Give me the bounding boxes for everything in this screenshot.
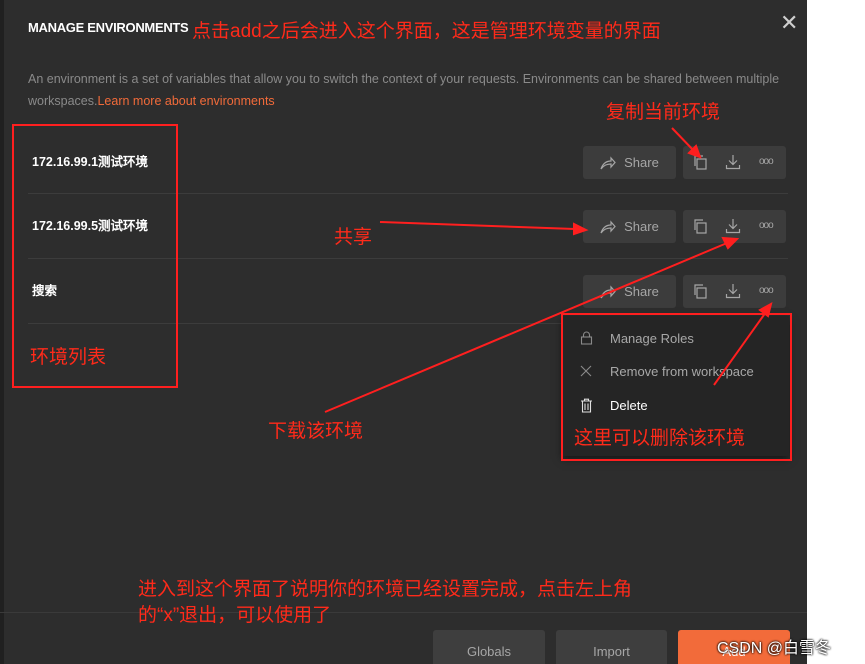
share-button[interactable]: Share bbox=[583, 210, 676, 243]
annotation-menu-box bbox=[561, 313, 792, 461]
share-arrow-icon bbox=[600, 219, 616, 233]
annotation-list-box bbox=[12, 124, 178, 388]
more-dots-icon[interactable]: ooo bbox=[759, 218, 775, 234]
share-button[interactable]: Share bbox=[583, 275, 676, 308]
more-dots-icon[interactable]: ooo bbox=[759, 154, 775, 170]
download-icon[interactable] bbox=[725, 218, 741, 234]
share-label: Share bbox=[624, 219, 659, 234]
globals-button[interactable]: Globals bbox=[433, 630, 545, 664]
annotation-bottom-line2: 的“x”退出，可以使用了 bbox=[138, 605, 332, 626]
annotation-share-note: 共享 bbox=[334, 227, 373, 248]
share-label: Share bbox=[624, 284, 659, 299]
download-icon[interactable] bbox=[725, 283, 741, 299]
share-arrow-icon bbox=[600, 284, 616, 298]
watermark: CSDN @白雪冬 bbox=[717, 640, 832, 657]
environment-actions: ooo bbox=[683, 210, 786, 243]
learn-more-link[interactable]: Learn more about environments bbox=[97, 94, 274, 108]
download-icon[interactable] bbox=[725, 154, 741, 170]
share-button[interactable]: Share bbox=[583, 146, 676, 179]
copy-icon[interactable] bbox=[692, 154, 708, 170]
footer-divider bbox=[0, 612, 807, 613]
copy-icon[interactable] bbox=[692, 283, 708, 299]
import-button[interactable]: Import bbox=[556, 630, 667, 664]
annotation-download-note: 下载该环境 bbox=[268, 421, 364, 442]
background-app-strip bbox=[0, 0, 4, 664]
annotation-copy-note: 复制当前环境 bbox=[606, 102, 721, 123]
close-icon[interactable]: ✕ bbox=[780, 12, 798, 34]
copy-icon[interactable] bbox=[692, 218, 708, 234]
environment-actions: ooo bbox=[683, 275, 786, 308]
share-label: Share bbox=[624, 155, 659, 170]
annotation-title-note: 点击add之后会进入这个界面，这是管理环境变量的界面 bbox=[192, 21, 661, 42]
annotation-bottom-line1: 进入到这个界面了说明你的环境已经设置完成，点击左上角 bbox=[138, 579, 633, 600]
modal-title: MANAGE ENVIRONMENTS bbox=[28, 20, 189, 35]
more-dots-icon[interactable]: ooo bbox=[759, 283, 775, 299]
share-arrow-icon bbox=[600, 155, 616, 169]
environment-actions: ooo bbox=[683, 146, 786, 179]
